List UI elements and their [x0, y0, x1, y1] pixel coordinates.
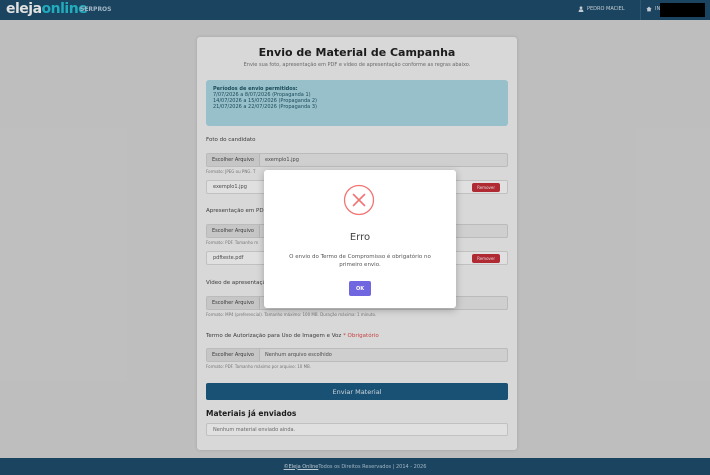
error-x-icon [343, 184, 375, 216]
ok-button[interactable]: OK [349, 281, 371, 296]
modal-title: Erro [349, 232, 371, 243]
modal-message: O envio do Termo de Compromisso é obriga… [289, 254, 431, 268]
error-modal: Erro O envio do Termo de Compromisso é o… [264, 170, 456, 308]
